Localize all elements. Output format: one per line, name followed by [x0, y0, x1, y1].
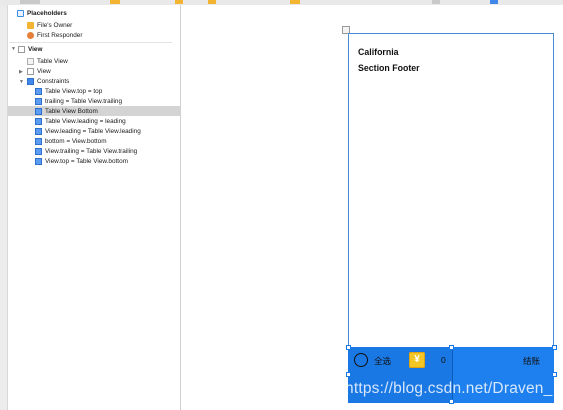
select-all-label: 全选: [374, 356, 392, 366]
constraint-item[interactable]: bottom = View.bottom: [35, 136, 107, 146]
outline-placeholders[interactable]: Placeholders: [17, 8, 67, 18]
files-owner-icon: [27, 21, 34, 29]
toolbar-segment: [432, 0, 440, 4]
disclosure-open-icon[interactable]: ▼: [11, 46, 16, 52]
constraint-icon: [35, 107, 42, 115]
outline-placeholders-label: Placeholders: [27, 9, 67, 17]
constraint-item[interactable]: trailing = Table View.trailing: [35, 96, 122, 106]
constraint-icon: [35, 127, 42, 135]
view-icon: [27, 67, 34, 75]
resize-handle[interactable]: [346, 372, 351, 377]
constraint-item[interactable]: View.trailing = Table View.trailing: [35, 146, 137, 156]
constraint-label: trailing = Table View.trailing: [45, 97, 123, 105]
constraint-label: bottom = View.bottom: [45, 137, 107, 145]
toolbar-segment: [110, 0, 120, 4]
resize-handle[interactable]: [552, 345, 557, 350]
constraint-item[interactable]: View.leading = Table View.leading: [35, 126, 141, 136]
outline-table-view[interactable]: Table View: [27, 56, 68, 66]
outline-view-label: View: [28, 45, 43, 53]
constraint-label: View.top = Table View.bottom: [45, 157, 128, 165]
constraint-label: Table View.top = top: [45, 87, 103, 95]
section-footer-label: Section Footer: [358, 63, 420, 73]
cell-title: California: [358, 47, 399, 57]
toolbar-segment: [208, 0, 216, 4]
constraint-label: View.trailing = Table View.trailing: [45, 147, 138, 155]
constraint-label: Table View.leading = leading: [45, 117, 126, 125]
constraint-icon: [35, 117, 42, 125]
outline-table-view-label: Table View: [37, 57, 68, 65]
checkout-label: 结账: [523, 356, 541, 366]
disclosure-open-icon[interactable]: ▼: [19, 79, 24, 85]
outline-files-owner[interactable]: File's Owner: [27, 20, 72, 30]
constraint-item[interactable]: View.top = Table View.bottom: [35, 156, 128, 166]
toolbar-segment: [490, 0, 498, 4]
first-responder-icon: [27, 31, 34, 39]
resize-handle[interactable]: [449, 399, 454, 404]
first-responder-label: First Responder: [37, 31, 83, 39]
cube-icon: [17, 9, 24, 17]
constraints-icon: [27, 77, 34, 85]
constraint-label: View.leading = Table View.leading: [45, 127, 141, 135]
table-view-icon: [27, 57, 34, 65]
outline-constraints[interactable]: Constraints: [27, 76, 69, 86]
outline-constraints-label: Constraints: [37, 77, 70, 85]
toolbar-segment: [175, 0, 183, 4]
total-count: 0: [441, 355, 446, 365]
constraint-item-selected[interactable]: Table View Bottom: [8, 106, 180, 116]
constraint-label: Table View Bottom: [45, 107, 98, 115]
constraint-item[interactable]: Table View.top = top: [35, 86, 102, 96]
outline-subview[interactable]: View: [27, 66, 51, 76]
constraint-icon: [35, 87, 42, 95]
outline-separator: [9, 42, 172, 43]
view-icon: [18, 45, 25, 53]
constraint-icon: [35, 157, 42, 165]
constraint-icon: [35, 97, 42, 105]
resize-handle[interactable]: [449, 345, 454, 350]
outline-first-responder[interactable]: First Responder: [27, 30, 82, 40]
outline-view[interactable]: View: [18, 44, 42, 54]
resize-handle[interactable]: [346, 345, 351, 350]
navigator-edge: [0, 5, 8, 410]
select-all-radio-icon[interactable]: [354, 353, 368, 367]
outline-subview-label: View: [37, 67, 51, 75]
yen-icon: ¥: [409, 352, 425, 368]
toolbar-segment: [290, 0, 300, 4]
watermark-text: https://blog.csdn.net/Draven_: [345, 380, 553, 397]
disclosure-closed-icon[interactable]: ▶: [19, 69, 23, 75]
files-owner-label: File's Owner: [37, 21, 73, 29]
constraint-icon: [35, 147, 42, 155]
constraint-icon: [35, 137, 42, 145]
constraint-item[interactable]: Table View.leading = leading: [35, 116, 126, 126]
toolbar-segment: [20, 0, 40, 4]
resize-handle[interactable]: [552, 372, 557, 377]
